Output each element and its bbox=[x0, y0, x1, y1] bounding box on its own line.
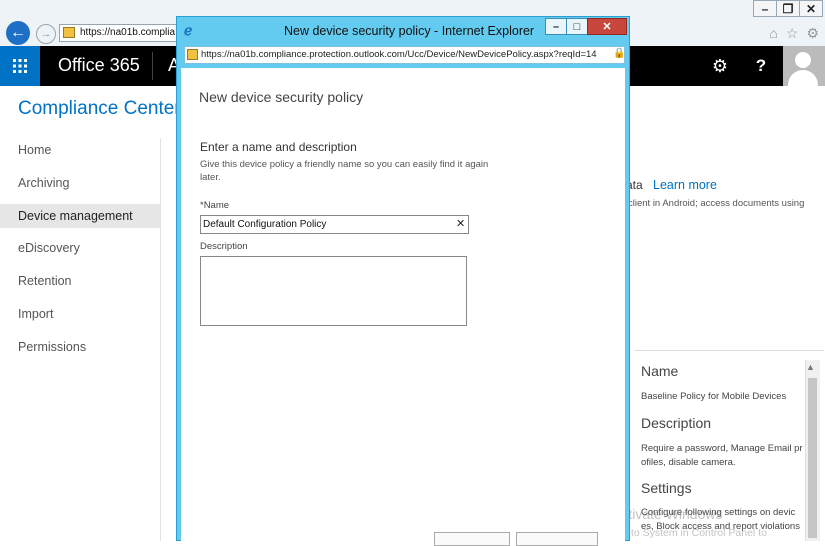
activation-watermark-subtext: Go to System in Control Panel to bbox=[614, 527, 767, 539]
suite-divider bbox=[152, 52, 153, 80]
details-name-value: Baseline Policy for Mobile Devices bbox=[641, 391, 787, 402]
page-title: Compliance Center bbox=[18, 98, 181, 119]
window-controls: – ❐ ✕ bbox=[753, 0, 823, 18]
gear-icon: ⚙ bbox=[711, 55, 729, 76]
scrollbar-thumb[interactable] bbox=[808, 378, 817, 538]
dialog-button[interactable] bbox=[434, 532, 510, 546]
nav-divider bbox=[160, 138, 161, 541]
internet-explorer-icon: ℯ bbox=[184, 22, 193, 38]
address-bar[interactable]: https://na01b.complia bbox=[59, 24, 179, 42]
nav-item-retention[interactable]: Retention bbox=[0, 269, 160, 293]
nav-item-archiving[interactable]: Archiving bbox=[0, 171, 160, 195]
intro-text-line: client in Android; access documents usin… bbox=[628, 198, 805, 209]
clear-icon[interactable]: ✕ bbox=[456, 217, 465, 230]
page-icon bbox=[187, 49, 198, 60]
star-icon[interactable]: ☆ bbox=[786, 25, 799, 42]
lock-icon[interactable]: 🔒 bbox=[613, 48, 625, 59]
name-field[interactable] bbox=[200, 215, 469, 234]
name-field-label: *Name bbox=[200, 200, 230, 211]
popup-address-bar[interactable]: https://na01b.compliance.protection.outl… bbox=[184, 46, 625, 64]
popup-window-controls: – □ ✕ bbox=[545, 18, 627, 35]
popup-title: New device security policy - Internet Ex… bbox=[284, 24, 535, 38]
page-icon bbox=[63, 27, 75, 38]
avatar[interactable] bbox=[783, 46, 825, 86]
arrow-left-icon: ← bbox=[10, 24, 26, 41]
details-settings-heading: Settings bbox=[641, 480, 692, 496]
scroll-up-icon[interactable]: ▲ bbox=[806, 362, 815, 372]
details-description-heading: Description bbox=[641, 415, 712, 431]
dialog-help-text: Give this device policy a friendly name … bbox=[200, 159, 489, 183]
dialog-button[interactable] bbox=[516, 532, 598, 546]
help-button[interactable]: ? bbox=[741, 46, 781, 86]
popup-close-button[interactable]: ✕ bbox=[587, 18, 627, 35]
nav-item-home[interactable]: Home bbox=[0, 138, 160, 162]
nav-item-ediscovery[interactable]: eDiscovery bbox=[0, 236, 160, 260]
close-button[interactable]: ✕ bbox=[799, 0, 823, 17]
popup-maximize-button[interactable]: □ bbox=[566, 18, 588, 35]
description-field-label: Description bbox=[200, 241, 248, 252]
arrow-right-icon: → bbox=[40, 28, 52, 40]
restore-button[interactable]: ❐ bbox=[776, 0, 800, 17]
description-field[interactable] bbox=[200, 256, 467, 326]
details-name-heading: Name bbox=[641, 363, 679, 379]
nav-item-device-management[interactable]: Device management bbox=[0, 204, 160, 228]
details-description-value: Require a password, Manage Email pr ofil… bbox=[641, 443, 803, 468]
learn-more-link[interactable]: Learn more bbox=[653, 178, 717, 192]
popup-minimize-button[interactable]: – bbox=[545, 18, 567, 35]
home-icon[interactable]: ⌂ bbox=[769, 25, 777, 42]
minimize-button[interactable]: – bbox=[753, 0, 777, 17]
back-button[interactable]: ← bbox=[6, 21, 30, 45]
browser-toolbar-icons: ⌂ ☆ ⚙ bbox=[769, 25, 819, 42]
suite-title[interactable]: Office 365 bbox=[58, 55, 140, 76]
settings-button[interactable]: ⚙ bbox=[700, 46, 740, 86]
dialog-heading: New device security policy bbox=[199, 89, 364, 105]
waffle-icon bbox=[13, 59, 27, 73]
details-divider bbox=[634, 350, 824, 351]
forward-button[interactable]: → bbox=[36, 24, 56, 44]
nav-item-import[interactable]: Import bbox=[0, 302, 160, 326]
gear-icon[interactable]: ⚙ bbox=[806, 25, 819, 42]
app-launcher-button[interactable] bbox=[0, 46, 40, 86]
nav-item-permissions[interactable]: Permissions bbox=[0, 335, 160, 359]
dialog-subheading: Enter a name and description bbox=[200, 140, 357, 154]
